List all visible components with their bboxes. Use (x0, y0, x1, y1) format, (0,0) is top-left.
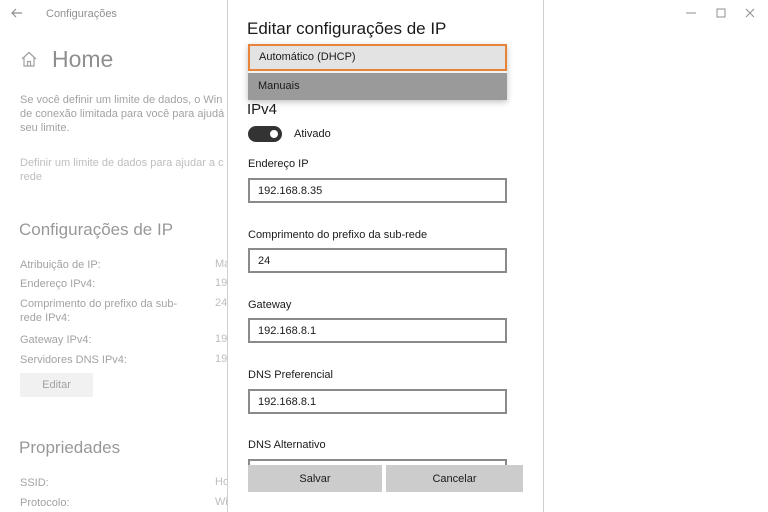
dialog-title: Editar configurações de IP (247, 19, 447, 38)
dns-preferred-label: DNS Preferencial (248, 369, 333, 381)
ipv4-toggle[interactable] (248, 126, 282, 142)
prefix-length-input[interactable] (248, 248, 507, 273)
ip-address-label: Endereço IP (248, 158, 309, 170)
dns-preferred-input[interactable] (248, 389, 507, 414)
ip-address-input[interactable] (248, 178, 507, 203)
dropdown-option-manual[interactable]: Manuais (248, 73, 507, 100)
save-button[interactable]: Salvar (248, 465, 382, 492)
ip-mode-dropdown[interactable]: Automático (DHCP) Manuais (248, 44, 507, 100)
cancel-button[interactable]: Cancelar (386, 465, 523, 492)
gateway-input[interactable] (248, 318, 507, 343)
ipv4-heading: IPv4 (247, 101, 278, 118)
prefix-length-field-label: Comprimento do prefixo da sub-rede (248, 229, 428, 241)
gateway-label: Gateway (248, 299, 292, 311)
toggle-label: Ativado (294, 128, 331, 140)
toggle-knob (270, 130, 278, 138)
dns-alternate-label: DNS Alternativo (248, 439, 326, 451)
edit-ip-dialog: Editar configurações de IP IPv4 Ativado … (227, 0, 544, 512)
dropdown-option-dhcp[interactable]: Automático (DHCP) (248, 44, 507, 71)
